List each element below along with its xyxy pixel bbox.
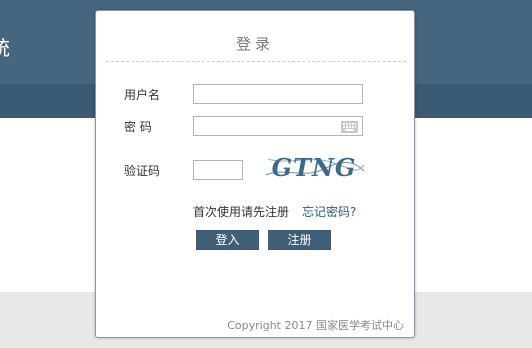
username-label: 用户名 <box>124 88 161 102</box>
password-label: 密 码 <box>124 120 152 134</box>
captcha-image[interactable]: GTNG <box>264 149 366 185</box>
first-use-text: 首次使用请先注册 <box>193 205 290 219</box>
forgot-password-link[interactable]: 忘记密码? <box>302 204 356 220</box>
keyboard-icon[interactable] <box>341 121 358 133</box>
captcha-input[interactable] <box>193 160 243 180</box>
dialog-title: 登录 <box>235 35 274 53</box>
copyright-text: Copyright 2017 国家医学考试中心 <box>227 319 404 332</box>
login-dialog: 登录 用户名 密 码 验证码 GTNG 首次使用请先注册 忘记密码? 登入 注册… <box>95 10 415 338</box>
login-button[interactable]: 登入 <box>196 230 259 250</box>
title-divider <box>106 61 406 62</box>
username-input[interactable] <box>193 84 363 104</box>
background-header-text: 统 <box>0 36 10 60</box>
captcha-text: GTNG <box>272 153 357 182</box>
captcha-label: 验证码 <box>124 164 161 178</box>
password-input[interactable] <box>193 116 363 136</box>
register-button[interactable]: 注册 <box>268 230 331 250</box>
